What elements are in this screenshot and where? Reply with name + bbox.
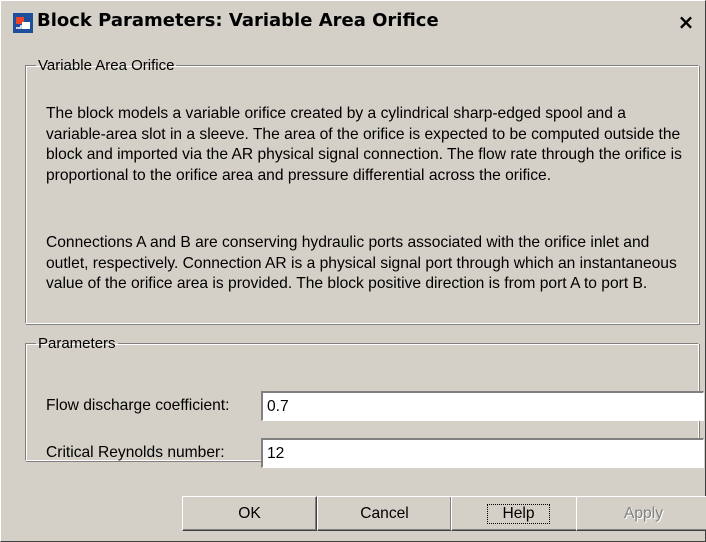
apply-button[interactable]: Apply xyxy=(576,496,706,531)
flow-discharge-coefficient-input[interactable] xyxy=(261,391,704,421)
title-bar[interactable]: Block Parameters: Variable Area Orifice … xyxy=(1,1,705,43)
window-title: Block Parameters: Variable Area Orifice xyxy=(37,10,439,31)
description-paragraph-1: The block models a variable orifice crea… xyxy=(46,105,682,184)
parameters-group: Parameters Flow discharge coefficient: C… xyxy=(25,335,704,468)
critical-reynolds-number-label: Critical Reynolds number: xyxy=(46,444,225,461)
description-paragraph-2: Connections A and B are conserving hydra… xyxy=(46,234,677,292)
block-parameters-dialog: Block Parameters: Variable Area Orifice … xyxy=(0,0,706,542)
cancel-button[interactable]: Cancel xyxy=(317,496,452,531)
flow-discharge-coefficient-label: Flow discharge coefficient: xyxy=(46,397,230,414)
simulink-block-icon xyxy=(13,13,33,33)
ok-button[interactable]: OK xyxy=(182,496,317,531)
description-legend: Variable Area Orifice xyxy=(38,57,175,74)
help-button-label: Help xyxy=(487,504,550,524)
parameters-legend: Parameters xyxy=(38,335,116,352)
close-icon[interactable]: × xyxy=(677,12,695,32)
description-group: Variable Area Orifice The block models a… xyxy=(25,57,699,324)
critical-reynolds-number-input[interactable] xyxy=(261,438,704,468)
help-button[interactable]: Help xyxy=(451,496,586,531)
